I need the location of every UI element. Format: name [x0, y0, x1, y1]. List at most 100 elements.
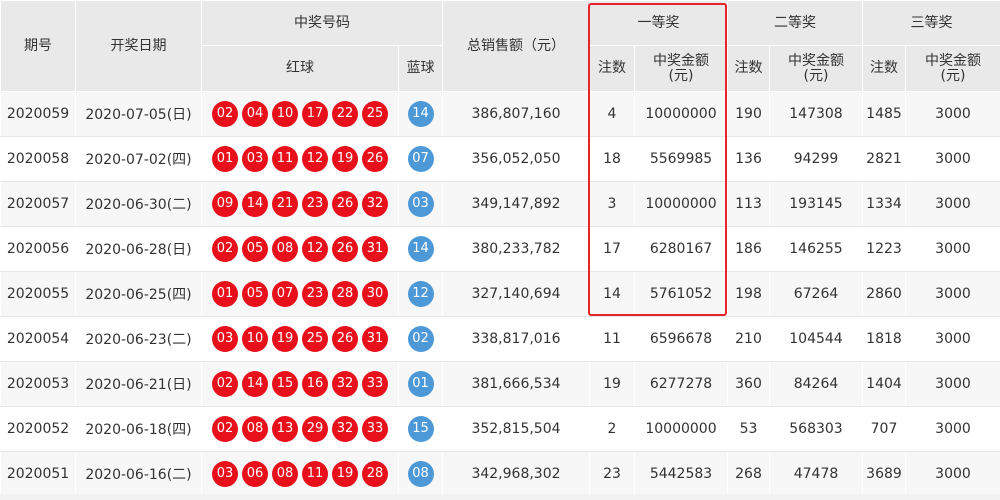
- red-ball: 07: [272, 281, 298, 307]
- red-ball: 29: [302, 416, 328, 442]
- cell-blue-ball: 14: [398, 226, 443, 272]
- cell-total-sales: 349,147,892: [442, 181, 590, 227]
- cell-second-count: 198: [727, 271, 770, 317]
- header-first-prize: 一等奖: [589, 0, 728, 46]
- cell-period: 2020051: [0, 451, 76, 497]
- cell-third-amount: 3000: [905, 271, 1000, 317]
- red-ball: 19: [332, 461, 358, 487]
- amount-label: 中奖金额: [788, 52, 844, 69]
- cell-third-amount: 3000: [905, 406, 1000, 452]
- cell-second-count: 190: [727, 91, 770, 137]
- cell-total-sales: 386,807,160: [442, 91, 590, 137]
- cell-date: 2020-06-25(四): [75, 271, 202, 317]
- blue-ball: 07: [407, 146, 434, 172]
- cell-first-amount: 10000000: [634, 181, 728, 227]
- cell-period: 2020057: [0, 181, 76, 227]
- red-ball: 02: [212, 101, 238, 127]
- header-blue-ball: 蓝球: [398, 45, 443, 92]
- cell-red-balls: 02 05 08 12 26 31: [201, 226, 399, 272]
- red-ball: 26: [362, 146, 388, 172]
- cell-third-count: 1818: [862, 316, 906, 362]
- cell-total-sales: 327,140,694: [442, 271, 590, 317]
- cell-third-count: 1404: [862, 361, 906, 407]
- blue-ball: 14: [407, 101, 434, 127]
- cell-third-count: 707: [862, 406, 906, 452]
- cell-date: 2020-06-28(日): [75, 226, 202, 272]
- cell-period: 2020056: [0, 226, 76, 272]
- cell-second-count: 360: [727, 361, 770, 407]
- cell-red-balls: 03 06 08 11 19 28: [201, 451, 399, 497]
- cell-third-count: 1485: [862, 91, 906, 137]
- cell-third-count: 3689: [862, 451, 906, 497]
- cell-date: 2020-06-16(二): [75, 451, 202, 497]
- cell-red-balls: 02 04 10 17 22 25: [201, 91, 399, 137]
- red-ball: 13: [272, 416, 298, 442]
- red-ball: 32: [332, 416, 358, 442]
- table-row: 2020057 2020-06-30(二) 09 14 21 23 26 32 03 349,14…: [0, 181, 1000, 227]
- cell-second-count: 210: [727, 316, 770, 362]
- cell-first-count: 23: [589, 451, 635, 497]
- red-ball: 08: [272, 236, 298, 262]
- red-ball: 17: [302, 101, 328, 127]
- cell-blue-ball: 01: [398, 361, 443, 407]
- header-first-amount: 中奖金额 (元): [634, 45, 728, 92]
- red-ball: 30: [362, 281, 388, 307]
- cell-total-sales: 380,233,782: [442, 226, 590, 272]
- cell-first-count: 11: [589, 316, 635, 362]
- table-row: 2020053 2020-06-21(日) 02 14 15 16 32 33 01 381,66…: [0, 361, 1000, 407]
- red-ball: 10: [272, 101, 298, 127]
- lottery-results-table: 期号 开奖日期 中奖号码 总销售额（元） 一等奖 二等奖 三等奖 红球 蓝球 注…: [0, 0, 1000, 497]
- red-ball: 31: [362, 326, 388, 352]
- header-first-count: 注数: [589, 45, 635, 92]
- cell-first-count: 18: [589, 136, 635, 182]
- cell-date: 2020-06-30(二): [75, 181, 202, 227]
- cell-second-count: 186: [727, 226, 770, 272]
- red-ball: 02: [212, 236, 238, 262]
- cell-period: 2020059: [0, 91, 76, 137]
- cell-total-sales: 352,815,504: [442, 406, 590, 452]
- red-ball: 05: [242, 281, 268, 307]
- header-date: 开奖日期: [75, 0, 202, 92]
- red-ball: 01: [212, 281, 238, 307]
- cell-blue-ball: 14: [398, 91, 443, 137]
- cell-blue-ball: 03: [398, 181, 443, 227]
- amount-unit: (元): [803, 67, 829, 84]
- header-third-count: 注数: [862, 45, 906, 92]
- red-ball: 05: [242, 236, 268, 262]
- cell-date: 2020-06-21(日): [75, 361, 202, 407]
- cell-third-amount: 3000: [905, 316, 1000, 362]
- cell-first-count: 2: [589, 406, 635, 452]
- cell-period: 2020052: [0, 406, 76, 452]
- amount-label: 中奖金额: [925, 52, 981, 69]
- cell-first-amount: 10000000: [634, 91, 728, 137]
- cell-second-count: 268: [727, 451, 770, 497]
- amount-unit: (元): [668, 67, 694, 84]
- red-ball: 08: [272, 461, 298, 487]
- header-second-amount: 中奖金额 (元): [769, 45, 863, 92]
- table-row: 2020056 2020-06-28(日) 02 05 08 12 26 31 14 380,23…: [0, 226, 1000, 272]
- header-second-count: 注数: [727, 45, 770, 92]
- red-ball: 14: [242, 371, 268, 397]
- cell-second-amount: 47478: [769, 451, 863, 497]
- cell-period: 2020054: [0, 316, 76, 362]
- blue-ball: 03: [407, 191, 434, 217]
- red-ball: 28: [362, 461, 388, 487]
- red-ball: 12: [302, 146, 328, 172]
- header-period: 期号: [0, 0, 76, 92]
- cell-second-amount: 146255: [769, 226, 863, 272]
- header-third-amount: 中奖金额 (元): [905, 45, 1000, 92]
- red-ball: 03: [242, 146, 268, 172]
- table-row: 2020055 2020-06-25(四) 01 05 07 23 28 30 12 327,14…: [0, 271, 1000, 317]
- table-row: 2020058 2020-07-02(四) 01 03 11 12 19 26 07 356,05…: [0, 136, 1000, 182]
- cell-third-count: 1223: [862, 226, 906, 272]
- blue-ball: 08: [407, 461, 434, 487]
- red-ball: 26: [332, 236, 358, 262]
- cell-date: 2020-06-23(二): [75, 316, 202, 362]
- red-ball: 19: [272, 326, 298, 352]
- cell-third-count: 2860: [862, 271, 906, 317]
- amount-label: 中奖金额: [653, 52, 709, 69]
- blue-ball: 02: [407, 326, 434, 352]
- cell-first-amount: 5761052: [634, 271, 728, 317]
- cell-first-amount: 10000000: [634, 406, 728, 452]
- cell-period: 2020055: [0, 271, 76, 317]
